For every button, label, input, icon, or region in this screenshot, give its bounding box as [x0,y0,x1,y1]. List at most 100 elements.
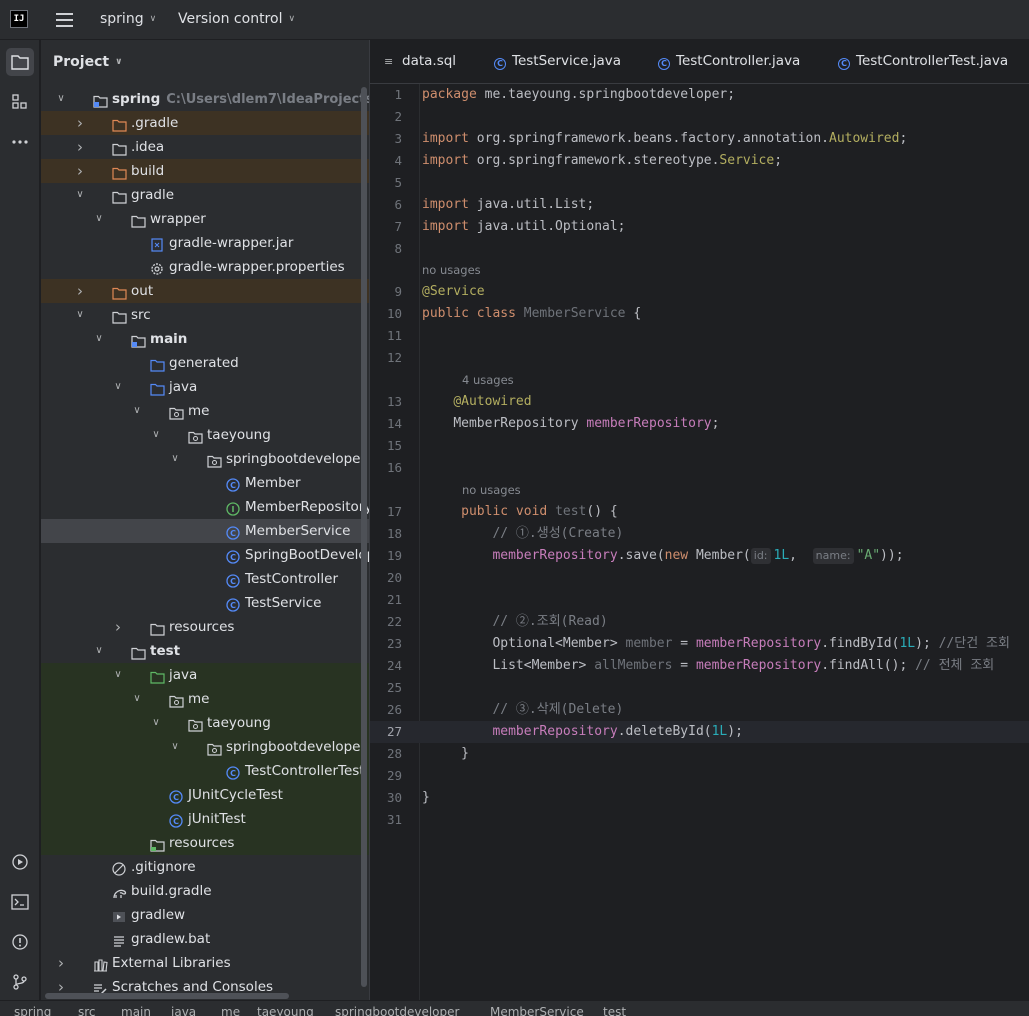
usages-hint[interactable]: no usages [462,480,521,500]
tree-item[interactable]: I MemberRepository [41,495,369,519]
git-icon[interactable] [6,968,34,996]
chevron-right-icon[interactable]: › [74,111,86,135]
code-comment: // ③.삭제(Delete) [492,702,624,717]
breadcrumb-item[interactable]: spring [14,1005,51,1016]
tab-testcontrollertest[interactable]: C TestControllerTest.java [838,53,1008,70]
tree-item[interactable]: ∨ me [41,687,369,711]
run-icon[interactable] [6,848,34,876]
tree-item[interactable]: C JUnitCycleTest [41,783,369,807]
line-number: 29 [386,768,402,783]
tree-item[interactable]: › .idea [41,135,369,159]
tree-item[interactable]: ∨ test [41,639,369,663]
project-selector[interactable]: spring ∨ [100,11,156,27]
tree-item[interactable]: ∨ java [41,375,369,399]
line-number: 25 [386,680,402,695]
tree-item[interactable]: C SpringBootDeveloperA [41,543,369,567]
svg-text:C: C [230,601,236,610]
chevron-right-icon[interactable]: › [55,951,67,975]
tree-item[interactable]: C TestController [41,567,369,591]
chevron-down-icon[interactable]: ∨ [74,183,86,207]
class-icon: C [838,58,850,70]
tab-testservice[interactable]: C TestService.java [494,53,621,70]
tab-data-sql[interactable]: ≡ data.sql [384,53,456,69]
tree-item[interactable]: › resources [41,615,369,639]
vcs-menu[interactable]: Version control ∨ [178,11,295,27]
chevron-down-icon[interactable]: ∨ [93,207,105,231]
chevron-down-icon[interactable]: ∨ [93,327,105,351]
tree-item[interactable]: C Member [41,471,369,495]
chevron-down-icon[interactable]: ∨ [169,447,181,471]
horizontal-scrollbar[interactable] [45,993,289,999]
tree-item[interactable]: C TestControllerTest [41,759,369,783]
breadcrumb-item[interactable]: me [221,1005,240,1016]
breadcrumb-item[interactable]: test [603,1005,626,1016]
tree-item[interactable]: ∨ springbootdeveloper [41,735,369,759]
structure-icon[interactable] [6,88,34,116]
tree-item[interactable]: generated [41,351,369,375]
chevron-down-icon[interactable]: ∨ [112,663,124,687]
tree-item[interactable]: build.gradle [41,879,369,903]
chevron-right-icon[interactable]: › [74,159,86,183]
chevron-right-icon[interactable]: › [74,135,86,159]
tab-testcontroller[interactable]: C TestController.java [658,53,800,70]
tree-item[interactable]: ∨ springC:\Users\dlem7\IdeaProjects\sprin… [41,87,369,111]
code-area[interactable]: package me.taeyoung.springbootdeveloper;… [370,84,1029,1000]
chevron-down-icon[interactable]: ∨ [74,303,86,327]
jar-icon [150,236,165,252]
tree-item[interactable]: ∨ main [41,327,369,351]
tree-item[interactable]: .gitignore [41,855,369,879]
chevron-down-icon[interactable]: ∨ [55,87,67,111]
chevron-down-icon[interactable]: ∨ [150,711,162,735]
chevron-right-icon[interactable]: › [112,615,124,639]
usages-hint[interactable]: no usages [422,260,481,280]
tree-item[interactable]: gradlew.bat [41,927,369,951]
usages-hint[interactable]: 4 usages [462,370,514,390]
tree-item[interactable]: ∨ java [41,663,369,687]
problems-icon[interactable] [6,928,34,956]
tree-item[interactable]: resources [41,831,369,855]
svg-text:C: C [173,793,179,802]
chevron-down-icon[interactable]: ∨ [131,687,143,711]
breadcrumb-item[interactable]: java [171,1005,196,1016]
tree-item[interactable]: gradle-wrapper.properties [41,255,369,279]
tree-item[interactable]: ∨ springbootdeveloper [41,447,369,471]
main-menu-icon[interactable] [56,12,74,28]
tree-item[interactable]: gradlew [41,903,369,927]
terminal-icon[interactable] [6,888,34,916]
more-icon[interactable] [6,128,34,156]
vcs-label: Version control [178,11,283,27]
package-icon [169,404,184,420]
chevron-down-icon[interactable]: ∨ [131,399,143,423]
tab-label: TestService.java [512,53,622,69]
chevron-down-icon[interactable]: ∨ [112,375,124,399]
tree-item[interactable]: C TestService [41,591,369,615]
breadcrumb-item[interactable]: taeyoung [257,1005,314,1016]
breadcrumb-item[interactable]: springbootdeveloper [335,1005,459,1016]
breadcrumb-item[interactable]: MemberService [490,1005,584,1016]
tree-item[interactable]: ∨ src [41,303,369,327]
breadcrumb-item[interactable]: main [121,1005,151,1016]
tree-item-label: Member [245,475,301,491]
tree-item[interactable]: ∨ wrapper [41,207,369,231]
chevron-right-icon[interactable]: › [74,279,86,303]
project-panel-title[interactable]: Project ∨ [53,54,122,70]
tree-item[interactable]: › External Libraries [41,951,369,975]
chevron-down-icon[interactable]: ∨ [150,423,162,447]
tree-item[interactable]: › out [41,279,369,303]
tree-item[interactable]: CjUnitTest [41,807,369,831]
tree-item[interactable]: ∨ taeyoung [41,711,369,735]
project-folder-icon[interactable] [6,48,34,76]
tree-item[interactable]: › build [41,159,369,183]
tree-item[interactable]: › .gradle [41,111,369,135]
chevron-down-icon[interactable]: ∨ [169,735,181,759]
vertical-scrollbar[interactable] [361,87,367,987]
tree-item[interactable]: ∨ gradle [41,183,369,207]
folder-icon [150,620,165,636]
tree-item[interactable]: gradle-wrapper.jar [41,231,369,255]
folder-icon [131,644,146,660]
chevron-down-icon[interactable]: ∨ [93,639,105,663]
tree-item[interactable]: ∨ taeyoung [41,423,369,447]
tree-item[interactable]: C MemberService [41,519,369,543]
tree-item[interactable]: ∨ me [41,399,369,423]
breadcrumb-item[interactable]: src [78,1005,96,1016]
